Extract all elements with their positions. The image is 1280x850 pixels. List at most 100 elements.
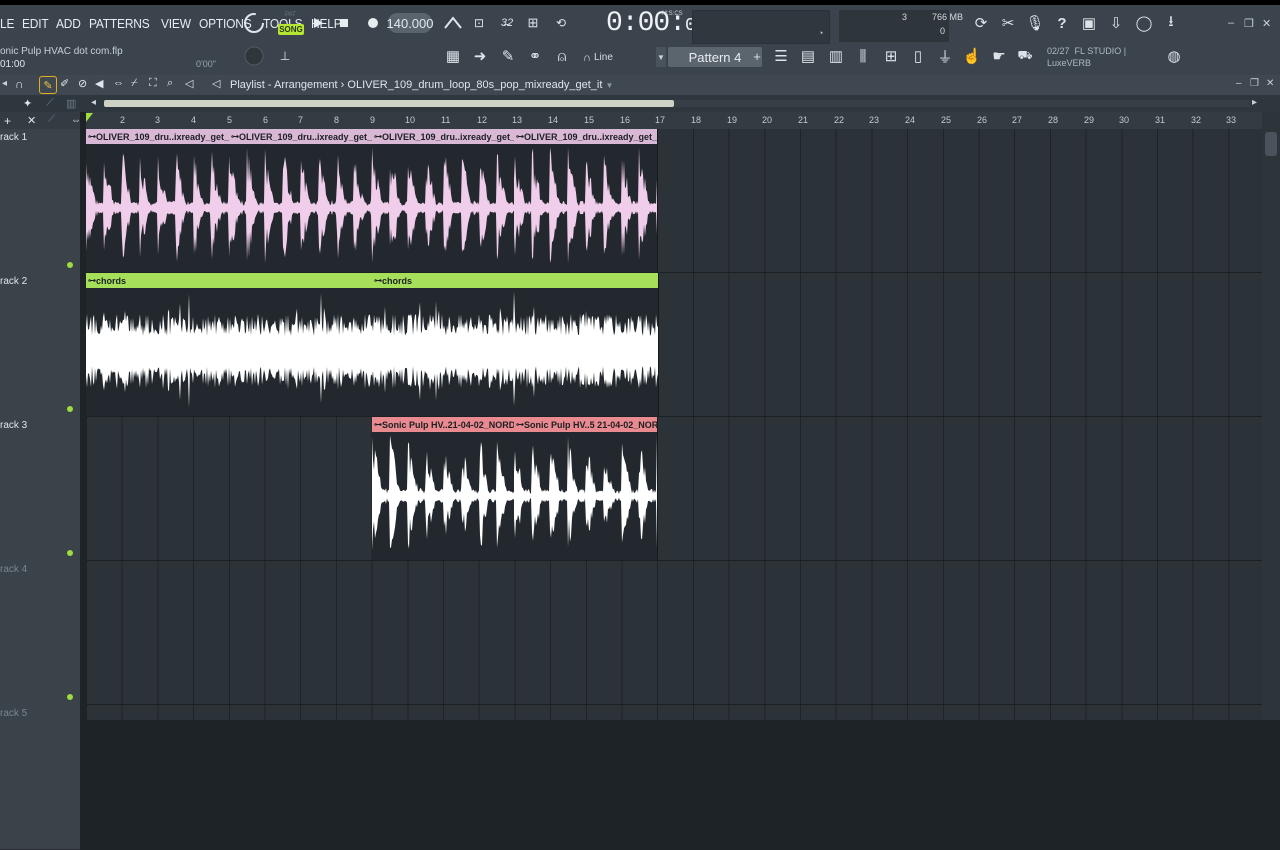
- link-icon[interactable]: ⚭: [524, 45, 546, 67]
- piano-roll-icon[interactable]: ▦: [442, 45, 464, 67]
- arrow-right-icon[interactable]: ➜: [469, 45, 491, 67]
- restore-icon[interactable]: ❐: [1244, 17, 1254, 30]
- pen-toggle-icon[interactable]: ⟋: [46, 97, 54, 110]
- clip-header[interactable]: ⊶ Sonic Pulp HV..5 21-04-02_NORD: [514, 417, 657, 432]
- draw-tool-icon[interactable]: ✎: [39, 76, 57, 94]
- cpu-monitor[interactable]: [692, 10, 830, 44]
- mute-tool-icon[interactable]: ◀: [95, 77, 103, 90]
- waveform-toggle-icon[interactable]: ✦: [23, 97, 32, 110]
- globe-icon[interactable]: ◍: [1163, 45, 1185, 67]
- pointer-hand-icon[interactable]: ☛: [988, 45, 1010, 67]
- audio-clip[interactable]: ⊶ chords: [372, 273, 659, 416]
- snap-dropdown-icon[interactable]: ▼: [656, 47, 666, 67]
- master-pitch-icon[interactable]: ⊥: [274, 45, 296, 67]
- save-icon[interactable]: ▣: [1078, 12, 1100, 34]
- audio-clip[interactable]: ⊶ OLIVER_109_dru..ixready_get_it: [86, 129, 230, 272]
- clip-header[interactable]: ⊶ chords: [86, 273, 372, 288]
- cart-icon[interactable]: ⛟: [1014, 45, 1036, 67]
- track-header[interactable]: rack 2: [0, 273, 80, 418]
- menu-edit[interactable]: EDIT: [22, 16, 49, 31]
- export-icon[interactable]: ⇩: [1105, 12, 1127, 34]
- time-unit-label[interactable]: M:S:CS: [662, 11, 683, 17]
- delete-tool-icon[interactable]: ⊘: [78, 77, 87, 90]
- audio-clip[interactable]: ⊶ OLIVER_109_dru..ixready_get_it: [229, 129, 373, 272]
- chat-icon[interactable]: ◯: [1133, 12, 1155, 34]
- paint-tool-icon[interactable]: ✐: [60, 77, 69, 90]
- track-active-led-icon[interactable]: [67, 694, 73, 700]
- minimize-icon[interactable]: –: [1228, 17, 1234, 29]
- mixer-icon[interactable]: ⫼: [852, 45, 874, 67]
- track-header[interactable]: rack 1: [0, 129, 80, 274]
- clip-header[interactable]: ⊶ chords: [372, 273, 658, 288]
- scroll-left-icon[interactable]: ◂: [91, 97, 96, 108]
- timeline-ruler[interactable]: 2 3 4 5 6 7 8 9 10 11 12 13 14 15 16 17 18 19 20 21 22 23 24 25…: [86, 112, 1280, 129]
- microphone-icon[interactable]: 🎙︎: [1024, 12, 1046, 34]
- playlist-minimize-icon[interactable]: –: [1236, 78, 1242, 89]
- clip-header[interactable]: ⊶ Sonic Pulp HV..21-04-02_NORD: [372, 417, 515, 432]
- close-icon[interactable]: ✕: [1262, 17, 1271, 30]
- clip-header[interactable]: ⊶ OLIVER_109_dru..ixready_get_it: [229, 129, 372, 144]
- piano-roll-view-icon[interactable]: ▤: [797, 45, 819, 67]
- plugin-icon[interactable]: ⏚: [934, 45, 956, 67]
- track-header[interactable]: rack 3: [0, 417, 80, 562]
- track-edit-icon[interactable]: ⟋: [48, 114, 55, 125]
- channel-rack-icon[interactable]: ▥: [825, 45, 847, 67]
- zoom-tool-icon[interactable]: ⌕: [167, 77, 173, 90]
- step-edit-icon[interactable]: ⊞: [522, 12, 544, 34]
- piano-toggle-icon[interactable]: ▥: [66, 97, 76, 110]
- touch-icon[interactable]: ☝: [961, 45, 983, 67]
- snap-select[interactable]: Line: [594, 49, 650, 65]
- track-active-led-icon[interactable]: [67, 262, 73, 268]
- audio-clip[interactable]: ⊶ OLIVER_109_dru..ixready_get_it: [372, 129, 516, 272]
- audio-clip[interactable]: ⊶ chords: [86, 273, 373, 416]
- playlist-icon[interactable]: ☰: [770, 45, 792, 67]
- browser-icon[interactable]: ⊞: [880, 45, 902, 67]
- audio-clip[interactable]: ⊶ Sonic Pulp HV..5 21-04-02_NORD: [514, 417, 658, 560]
- track-delete-icon[interactable]: ✕: [27, 114, 36, 127]
- clip-header[interactable]: ⊶ OLIVER_109_dru..ixready_get_it: [86, 129, 229, 144]
- playlist-menu-icon[interactable]: ◂: [2, 78, 7, 89]
- horizontal-scroll-thumb[interactable]: [104, 100, 674, 107]
- file-icon[interactable]: ▯: [907, 45, 929, 67]
- menu-add[interactable]: ADD: [56, 16, 81, 31]
- typing-keyboard-icon[interactable]: [442, 12, 464, 34]
- song-mode-toggle[interactable]: SONG: [278, 24, 304, 35]
- playlist-magnet-icon[interactable]: ∩: [15, 77, 24, 91]
- loop-record-icon[interactable]: ⟲: [550, 12, 572, 34]
- master-volume-knob-icon[interactable]: [243, 45, 265, 67]
- playlist-close-icon[interactable]: ✕: [1266, 78, 1274, 89]
- track-header[interactable]: rack 4: [0, 561, 80, 706]
- wait-for-input-icon[interactable]: ⊡: [468, 12, 490, 34]
- slice-tool-icon[interactable]: ⌿: [131, 77, 138, 90]
- refresh-icon[interactable]: ⟳: [970, 12, 992, 34]
- playlist-dropdown-icon[interactable]: ▼: [605, 81, 613, 90]
- tempo-display[interactable]: 140.000: [387, 13, 434, 33]
- clip-header[interactable]: ⊶ OLIVER_109_dru..ixready_get_it: [514, 129, 657, 144]
- record-icon[interactable]: [362, 12, 384, 34]
- vertical-scrollbar[interactable]: [1262, 112, 1280, 720]
- track-active-led-icon[interactable]: [67, 406, 73, 412]
- help-icon[interactable]: ?: [1051, 12, 1073, 34]
- playback-tool-icon[interactable]: ◁: [185, 77, 193, 90]
- play-icon[interactable]: [307, 12, 329, 34]
- brush-icon[interactable]: ✎: [497, 45, 519, 67]
- playlist-clip-name[interactable]: OLIVER_109_drum_loop_80s_pop_mixready_ge…: [347, 79, 602, 91]
- countdown-icon[interactable]: 3̶2: [496, 12, 518, 34]
- menu-le[interactable]: LE: [0, 16, 14, 31]
- pat-mode-label[interactable]: PAT: [285, 12, 296, 18]
- news-panel[interactable]: 02/27 FL STUDIO | LuxeVERB: [1047, 45, 1126, 69]
- select-tool-icon[interactable]: ⛶: [149, 77, 157, 90]
- slip-tool-icon[interactable]: ⇔: [113, 77, 124, 89]
- stamp-icon[interactable]: ⍝: [551, 45, 573, 67]
- audio-clip[interactable]: ⊶ OLIVER_109_dru..ixready_get_it: [514, 129, 658, 272]
- stop-icon[interactable]: [333, 12, 355, 34]
- menu-patterns[interactable]: PATTERNS: [89, 16, 150, 31]
- clip-header[interactable]: ⊶ OLIVER_109_dru..ixready_get_it: [372, 129, 515, 144]
- add-track-icon[interactable]: +: [4, 114, 11, 128]
- cut-icon[interactable]: ✂: [997, 12, 1019, 34]
- track-expand-icon[interactable]: ⇔: [71, 115, 81, 126]
- scroll-right-icon[interactable]: ▸: [1252, 97, 1257, 108]
- metronome-dial-icon[interactable]: [243, 12, 265, 34]
- playlist-restore-icon[interactable]: ❐: [1250, 78, 1259, 89]
- add-pattern-icon[interactable]: +: [746, 45, 768, 67]
